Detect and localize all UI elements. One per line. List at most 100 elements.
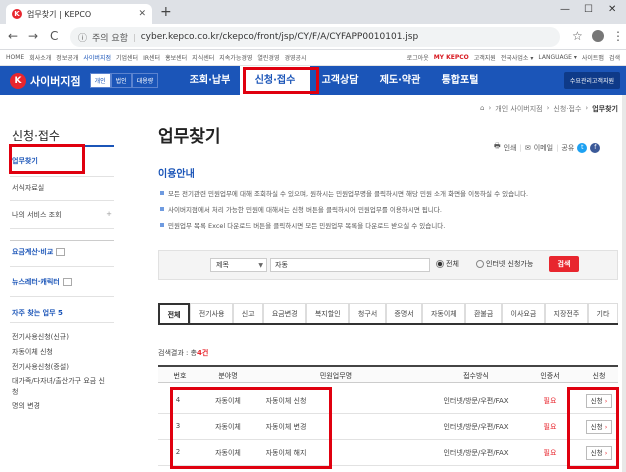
tab-pole[interactable]: 지장전주 [544, 303, 588, 323]
email-icon[interactable]: ✉ [525, 144, 531, 152]
search-input[interactable]: 자동 [270, 258, 430, 272]
tab-bill[interactable]: 청구서 [349, 303, 386, 323]
separator: | [133, 32, 136, 42]
util-home[interactable]: HOME [6, 54, 24, 61]
search-field-select[interactable]: 제목 ▼ [210, 258, 267, 272]
sidebar-divider [10, 228, 114, 229]
utility-left: HOME 회사소개 정보공개 사이버지점 기업센터 IR센터 홍보센터 지식센터… [6, 53, 307, 62]
favorite-item[interactable]: 전기사용신청(신규) [12, 332, 69, 343]
email-label[interactable]: 이메일 [534, 143, 553, 153]
share-tools: 🖶 인쇄 | ✉ 이메일 | 공유 t f [494, 142, 601, 153]
tab-etc[interactable]: 기타 [587, 303, 619, 323]
tab-rate-change[interactable]: 요금변경 [263, 303, 307, 323]
cell-method: 인터넷/방문/우편/FAX [443, 423, 509, 431]
browser-toolbar: ← → C ⓘ 주의 요함 | cyber.kepco.co.kr/ckepco… [0, 24, 626, 50]
expand-plus-icon[interactable]: + [106, 210, 112, 218]
maximize-icon[interactable]: ☐ [584, 4, 593, 15]
tab-electric-use[interactable]: 전기사용 [190, 303, 234, 323]
close-window-icon[interactable]: ✕ [608, 4, 616, 15]
minimize-icon[interactable]: — [560, 4, 570, 15]
tab-all[interactable]: 전체 [158, 303, 191, 323]
search-button[interactable]: 검색 [549, 256, 579, 272]
customer-type-large[interactable]: 대용량 [131, 73, 159, 88]
table-header: 번호 분야명 민원업무명 접수방식 인증서 신청 [158, 365, 618, 383]
guide-title: 이용안내 [158, 169, 195, 180]
offices-dropdown[interactable]: 전국사업소 ▾ [501, 53, 534, 62]
sidebar-link-newsletter[interactable]: 뉴스레터·캐릭터 [12, 277, 72, 287]
highlight-apply-box [567, 387, 619, 469]
customer-type-personal[interactable]: 개인 [89, 73, 111, 88]
util-company[interactable]: 회사소개 [29, 53, 51, 62]
security-label: 주의 요함 [92, 33, 128, 44]
tab-auto-transfer[interactable]: 자동이체 [422, 303, 466, 323]
util-cyber[interactable]: 사이버지점 [83, 53, 111, 62]
util-disclosure[interactable]: 정보공개 [56, 53, 78, 62]
util-pr[interactable]: 홍보센터 [165, 53, 187, 62]
highlight-menu-box [243, 67, 319, 94]
address-bar[interactable]: ⓘ 주의 요함 | cyber.kepco.co.kr/ckepco/front… [70, 27, 560, 47]
bullet-icon [160, 207, 164, 211]
language-dropdown[interactable]: LANGUAGE ▾ [538, 54, 576, 61]
url-text[interactable]: cyber.kepco.co.kr/ckepco/front/jsp/CY/F/… [141, 32, 419, 42]
sidebar-link-rate-calc[interactable]: 요금계산·비교 [12, 247, 66, 257]
tab-refund[interactable]: 환불금 [465, 303, 502, 323]
customer-type-corp[interactable]: 법인 [110, 73, 132, 88]
bc-application[interactable]: 신청·접수 [553, 104, 581, 114]
favorite-item[interactable]: 명의 변경 [12, 401, 40, 412]
profile-avatar[interactable] [592, 30, 604, 42]
scrollbar[interactable] [622, 95, 626, 472]
facebook-icon[interactable]: f [590, 142, 601, 153]
forward-icon[interactable]: → [28, 29, 38, 43]
browser-tab[interactable]: K 업무찾기 | KEPCO ✕ [6, 4, 152, 24]
info-icon[interactable]: ⓘ [78, 31, 87, 44]
browser-menu-icon[interactable]: ⋮ [612, 29, 624, 43]
tab-welfare[interactable]: 복지할인 [306, 303, 350, 323]
breadcrumb: ⌂ › 개인 사이버지점 › 신청·접수 › 업무찾기 [480, 104, 618, 114]
result-number: 4건 [197, 349, 209, 357]
bookmark-star-icon[interactable]: ☆ [572, 29, 583, 43]
util-open[interactable]: 열린경영 [257, 53, 279, 62]
bc-sep: › [585, 104, 589, 112]
twitter-icon[interactable]: t [577, 142, 588, 153]
reload-icon[interactable]: C [50, 29, 58, 43]
menu-terms[interactable]: 제도·약관 [370, 66, 430, 95]
sitemap-link[interactable]: 사이트맵 [582, 53, 604, 62]
tab-close-icon[interactable]: ✕ [138, 9, 146, 19]
back-icon[interactable]: ← [8, 29, 18, 43]
site-logo[interactable]: K 사이버지점 개인 법인 대용량 [0, 72, 180, 89]
util-ir[interactable]: IR센터 [143, 53, 160, 62]
support-link[interactable]: 고객지원 [474, 53, 496, 62]
menu-consulting[interactable]: 고객상담 [310, 66, 370, 95]
tab-report[interactable]: 신고 [233, 303, 264, 323]
radio-all[interactable]: 전체 [436, 259, 459, 269]
util-mgmt[interactable]: 경영공시 [284, 53, 306, 62]
demand-mgmt-button[interactable]: 수요관리고객지원 [563, 72, 620, 89]
logout-link[interactable]: 로그아웃 [407, 53, 429, 62]
print-icon[interactable]: 🖶 [494, 142, 501, 153]
menu-portal[interactable]: 통합포털 [430, 66, 490, 95]
radio-cyber[interactable]: 인터넷 신청가능 [476, 259, 533, 269]
home-icon[interactable]: ⌂ [480, 104, 484, 114]
favorite-item[interactable]: 자동이체 신청 [12, 347, 53, 358]
col-name: 민원업무명 [319, 372, 353, 380]
search-link[interactable]: 검색 [609, 53, 620, 62]
menu-inquiry-payment[interactable]: 조회·납부 [180, 66, 240, 95]
radio-icon [476, 260, 484, 268]
sidebar-item-my-service[interactable]: 나의 서비스 조회 + [12, 210, 112, 220]
util-biz[interactable]: 기업센터 [116, 53, 138, 62]
sidebar-item-forms[interactable]: 서식자료실 [12, 183, 44, 193]
tab-moving[interactable]: 이사요금 [501, 303, 545, 323]
bc-cyber[interactable]: 개인 사이버지점 [495, 104, 542, 114]
util-sustain[interactable]: 지속가능경영 [219, 53, 252, 62]
util-knowledge[interactable]: 지식센터 [192, 53, 214, 62]
print-label[interactable]: 인쇄 [504, 143, 517, 153]
customer-type-switch: 개인 법인 대용량 [89, 73, 159, 88]
col-cert: 인증서 [540, 372, 560, 380]
my-kepco-link[interactable]: MY KEPCO [434, 54, 469, 61]
favorite-item[interactable]: 전기사용신청(증설) [12, 362, 69, 373]
bc-sep: › [488, 104, 492, 112]
new-tab-button[interactable]: + [160, 5, 172, 19]
favorite-item[interactable]: 대가족/다자녀/출산가구 요금 신청 [12, 376, 108, 398]
tab-certificate[interactable]: 증명서 [385, 303, 423, 323]
utility-bar: HOME 회사소개 정보공개 사이버지점 기업센터 IR센터 홍보센터 지식센터… [0, 50, 626, 66]
